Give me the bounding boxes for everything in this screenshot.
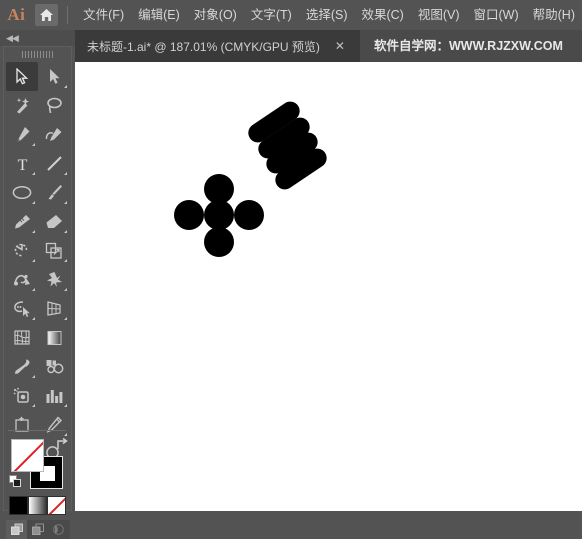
menu-item-effect[interactable]: 效果(C) [354,0,410,30]
swap-fill-stroke-icon[interactable] [54,437,68,451]
none-slash-icon [48,497,65,514]
menu-item-select[interactable]: 选择(S) [299,0,355,30]
draw-mode-group [6,520,70,539]
capsule-shape-group [248,101,327,190]
tool-flyout-indicator [32,288,35,291]
dot-shape[interactable] [234,200,264,230]
ellipse-tool[interactable] [6,178,38,207]
svg-text:T: T [17,157,27,172]
shaper-tool[interactable] [6,207,38,236]
tools-panel-header: ◀◀ [0,30,75,46]
blend-tool[interactable] [38,352,70,381]
color-mode-group [9,496,67,516]
none-slash-icon [12,440,43,471]
line-segment-tool[interactable] [38,149,70,178]
artboard-canvas[interactable] [75,62,582,511]
selection-tool[interactable] [6,62,38,91]
perspective-grid-tool[interactable] [38,294,70,323]
menu-item-file[interactable]: 文件(F) [76,0,131,30]
dot-shape[interactable] [174,200,204,230]
menu-bar: Ai 文件(F) 编辑(E) 对象(O) 文字(T) 选择(S) 效果(C) 视… [0,0,582,30]
width-tool[interactable] [6,265,38,294]
magic-wand-tool[interactable] [6,91,38,120]
dot-shape[interactable] [204,227,234,257]
tool-flyout-indicator [32,172,35,175]
tool-flyout-indicator [32,375,35,378]
free-transform-tool[interactable] [38,265,70,294]
fill-stroke-control [8,437,68,492]
tool-flyout-indicator [32,317,35,320]
tool-flyout-indicator [64,230,67,233]
tool-flyout-indicator [64,259,67,262]
draw-normal-icon[interactable] [6,520,27,539]
menu-item-type[interactable]: 文字(T) [244,0,299,30]
panel-drag-handle[interactable] [22,51,54,58]
direct-selection-tool[interactable] [38,62,70,91]
toolbar-divider [8,430,66,431]
tool-flyout-indicator [64,201,67,204]
menu-item-list: 文件(F) 编辑(E) 对象(O) 文字(T) 选择(S) 效果(C) 视图(V… [76,0,582,30]
lasso-tool[interactable] [38,91,70,120]
menu-item-window[interactable]: 窗口(W) [467,0,526,30]
document-tab[interactable]: 未标题-1.ai* @ 187.01% (CMYK/GPU 预览) ✕ [75,30,360,62]
app-logo: Ai [7,5,26,24]
dot-shape[interactable] [204,174,234,204]
rotate-tool[interactable] [6,236,38,265]
gradient-tool[interactable] [38,323,70,352]
fill-swatch[interactable] [11,439,44,472]
shape-builder-tool[interactable] [6,294,38,323]
tool-flyout-indicator [32,230,35,233]
watermark-text: 软件自学网：WWW.RJZXW.COM [374,39,563,53]
tool-flyout-indicator [64,288,67,291]
menu-item-view[interactable]: 视图(V) [411,0,467,30]
symbol-sprayer-tool[interactable] [6,381,38,410]
slice-tool[interactable] [38,410,70,439]
menu-divider [67,6,69,24]
menu-item-help[interactable]: 帮助(H) [526,0,582,30]
tool-flyout-indicator [32,404,35,407]
illustrator-window: Ai 文件(F) 编辑(E) 对象(O) 文字(T) 选择(S) 效果(C) 视… [0,0,582,539]
tool-flyout-indicator [64,172,67,175]
mesh-tool[interactable] [6,323,38,352]
tool-flyout-indicator [64,433,67,436]
tool-flyout-indicator [64,85,67,88]
color-mode-none[interactable] [47,496,66,515]
tool-flyout-indicator [64,404,67,407]
draw-inside-icon[interactable] [48,520,69,539]
pen-tool[interactable] [6,120,38,149]
default-fill-stroke-icon[interactable] [9,475,23,488]
dot-shape[interactable] [204,200,234,230]
eraser-tool[interactable] [38,207,70,236]
artwork [174,101,327,257]
collapse-panel-icon[interactable]: ◀◀ [6,32,19,44]
document-tab-bar: 未标题-1.ai* @ 187.01% (CMYK/GPU 预览) ✕ 软件自学… [0,30,582,62]
column-graph-tool[interactable] [38,381,70,410]
tool-flyout-indicator [32,143,35,146]
home-icon[interactable] [34,4,59,26]
menu-item-object[interactable]: 对象(O) [187,0,244,30]
type-tool[interactable]: T [6,149,38,178]
tools-panel: ◀◀ T [0,30,75,539]
draw-behind-icon[interactable] [27,520,48,539]
tool-flyout-indicator [32,259,35,262]
tool-list: T [6,62,70,468]
scale-tool[interactable] [38,236,70,265]
tool-flyout-indicator [32,201,35,204]
document-tab-title: 未标题-1.ai* @ 187.01% (CMYK/GPU 预览) [87,39,320,54]
tool-flyout-indicator [64,317,67,320]
dot-shape-group [174,174,264,257]
color-mode-solid[interactable] [9,496,28,515]
artboard-tool[interactable] [6,410,38,439]
paintbrush-tool[interactable] [38,178,70,207]
color-mode-gradient[interactable] [28,496,47,515]
curvature-tool[interactable] [38,120,70,149]
close-icon[interactable]: ✕ [334,40,346,52]
menu-item-edit[interactable]: 编辑(E) [131,0,187,30]
eyedropper-tool[interactable] [6,352,38,381]
